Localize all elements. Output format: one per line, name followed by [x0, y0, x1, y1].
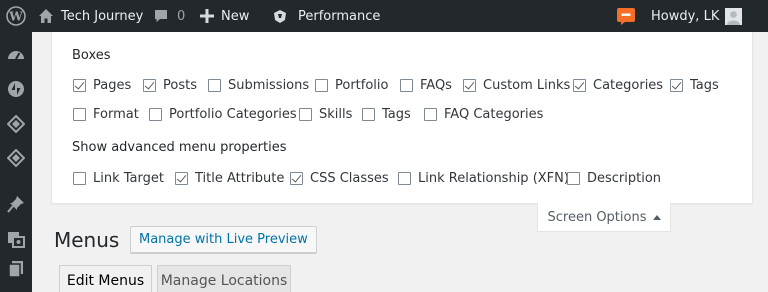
svg-text:W: W — [8, 10, 23, 24]
checkbox-box[interactable] — [670, 79, 683, 92]
avatar — [725, 7, 743, 25]
comments-count: 0 — [177, 8, 186, 24]
checkbox-box[interactable] — [398, 172, 411, 185]
checkbox-label: Description — [587, 171, 662, 186]
checkbox-label: Tags — [382, 107, 411, 122]
checkbox-box[interactable] — [143, 79, 156, 92]
dashboard-icon[interactable] — [0, 38, 32, 72]
checkbox-label: Format — [93, 107, 139, 122]
boxes-heading: Boxes — [72, 48, 111, 63]
page-title: Menus — [54, 228, 120, 252]
admin-bar: W Tech Journey 0 New Performance Howdy, … — [0, 0, 768, 32]
checkbox-portfolio-categories[interactable]: Portfolio Categories — [149, 107, 297, 122]
advanced-properties-heading: Show advanced menu properties — [72, 140, 287, 155]
checkbox-link-relationship[interactable]: Link Relationship (XFN) — [398, 171, 569, 186]
checkbox-box[interactable] — [424, 108, 437, 121]
admin-menu — [0, 32, 32, 292]
screen-options-toggle[interactable]: Screen Options — [537, 203, 671, 232]
pin-icon[interactable] — [0, 187, 32, 221]
arrow-up-icon — [652, 214, 661, 220]
tab-edit-menus[interactable]: Edit Menus — [59, 265, 152, 292]
checkbox-label: FAQs — [420, 78, 452, 93]
screen-options-panel: Boxes Pages Posts Submissions Portfolio … — [51, 32, 753, 204]
comment-icon — [153, 8, 169, 24]
checkbox-description[interactable]: Description — [567, 171, 661, 186]
home-icon — [38, 8, 54, 24]
jetpack-icon[interactable] — [0, 72, 32, 106]
checkbox-box[interactable] — [567, 172, 580, 185]
checkbox-title-attribute[interactable]: Title Attribute — [175, 171, 284, 186]
checkbox-label: FAQ Categories — [444, 107, 544, 122]
performance-label: Performance — [298, 8, 381, 24]
my-account-link[interactable]: Howdy, LK — [651, 0, 743, 32]
checkbox-faqs[interactable]: FAQs — [400, 78, 452, 93]
performance-link[interactable]: Performance — [272, 0, 380, 32]
checkbox-label: Skills — [319, 107, 353, 122]
checkbox-custom-links[interactable]: Custom Links — [463, 78, 570, 93]
checkbox-label: Pages — [93, 78, 132, 93]
checkbox-box[interactable] — [362, 108, 375, 121]
layers-icon[interactable] — [0, 141, 32, 175]
checkbox-portfolio[interactable]: Portfolio — [315, 78, 388, 93]
checkbox-box[interactable] — [73, 108, 86, 121]
checkbox-box[interactable] — [400, 79, 413, 92]
wordpress-logo-icon[interactable]: W — [6, 0, 26, 32]
howdy-greeting: Howdy, LK — [651, 8, 720, 24]
checkbox-tags[interactable]: Tags — [670, 78, 719, 93]
new-content-link[interactable]: New — [200, 0, 249, 32]
checkbox-faq-categories[interactable]: FAQ Categories — [424, 107, 543, 122]
comments-link[interactable]: 0 — [153, 0, 185, 32]
checkbox-tags-2[interactable]: Tags — [362, 107, 411, 122]
checkbox-box[interactable] — [315, 79, 328, 92]
checkbox-box[interactable] — [73, 79, 86, 92]
checkbox-box[interactable] — [149, 108, 162, 121]
new-label: New — [221, 8, 250, 24]
checkbox-label: Submissions — [228, 78, 310, 93]
checkbox-submissions[interactable]: Submissions — [208, 78, 309, 93]
checkbox-box[interactable] — [290, 172, 303, 185]
checkbox-label: Title Attribute — [195, 171, 285, 186]
checkbox-label: Link Target — [93, 171, 164, 186]
live-preview-button[interactable]: Manage with Live Preview — [130, 226, 317, 253]
checkbox-box[interactable] — [208, 79, 221, 92]
tab-manage-locations[interactable]: Manage Locations — [157, 265, 291, 292]
plus-icon — [200, 9, 214, 23]
checkbox-label: CSS Classes — [310, 171, 389, 186]
media-icon[interactable] — [0, 222, 32, 256]
checkbox-label: Portfolio — [335, 78, 389, 93]
checkbox-box[interactable] — [73, 172, 86, 185]
site-name-link[interactable]: Tech Journey — [38, 0, 143, 32]
checkbox-label: Categories — [593, 78, 664, 93]
screen-options-label: Screen Options — [547, 209, 647, 225]
checkbox-label: Tags — [690, 78, 719, 93]
checkbox-box[interactable] — [299, 108, 312, 121]
checkbox-box[interactable] — [573, 79, 586, 92]
checkbox-categories[interactable]: Categories — [573, 78, 663, 93]
checkbox-posts[interactable]: Posts — [143, 78, 197, 93]
notification-icon[interactable] — [616, 0, 636, 32]
performance-icon — [272, 8, 288, 24]
site-name: Tech Journey — [61, 8, 144, 24]
checkbox-label: Posts — [163, 78, 197, 93]
pages-icon[interactable] — [0, 252, 32, 286]
checkbox-label: Custom Links — [483, 78, 571, 93]
layers-icon[interactable] — [0, 107, 32, 141]
checkbox-skills[interactable]: Skills — [299, 107, 352, 122]
checkbox-label: Link Relationship (XFN) — [418, 171, 569, 186]
checkbox-format[interactable]: Format — [73, 107, 139, 122]
checkbox-label: Portfolio Categories — [169, 107, 297, 122]
checkbox-link-target[interactable]: Link Target — [73, 171, 164, 186]
checkbox-box[interactable] — [463, 79, 476, 92]
checkbox-box[interactable] — [175, 172, 188, 185]
checkbox-css-classes[interactable]: CSS Classes — [290, 171, 389, 186]
checkbox-pages[interactable]: Pages — [73, 78, 131, 93]
